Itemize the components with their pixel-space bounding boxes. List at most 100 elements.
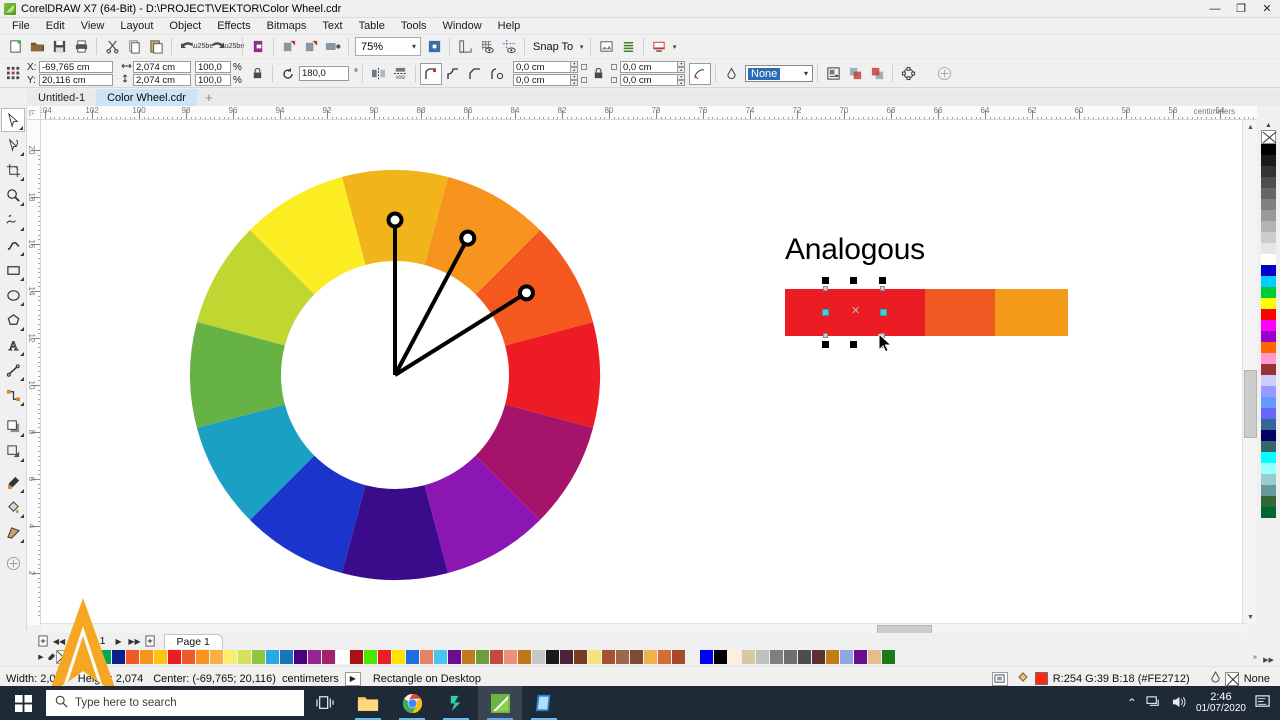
corner-radius-2-spinner[interactable]: ▾ ▴ bbox=[570, 74, 578, 86]
right-palette-color-swatch[interactable] bbox=[1261, 243, 1276, 254]
palette-scroll-up-icon[interactable]: ▲ bbox=[1257, 120, 1280, 130]
palette-expand-icon[interactable]: ▶▶ bbox=[1257, 655, 1280, 665]
right-palette-color-swatch[interactable] bbox=[1261, 155, 1276, 166]
paste-icon[interactable] bbox=[145, 36, 167, 58]
menu-help[interactable]: Help bbox=[490, 19, 529, 33]
ellipse-tool[interactable] bbox=[1, 283, 25, 307]
artwork-heading[interactable]: Analogous bbox=[785, 233, 925, 267]
quick-customize-button[interactable] bbox=[1, 551, 25, 575]
right-palette-color-swatch[interactable] bbox=[1261, 452, 1276, 463]
corner-radius-3-spinner[interactable]: ▾ ▴ bbox=[677, 61, 685, 73]
zoom-tool[interactable] bbox=[1, 183, 25, 207]
position-y-field[interactable]: 20,116 cm bbox=[39, 74, 113, 86]
scissors-icon[interactable] bbox=[101, 36, 123, 58]
right-palette-color-swatch[interactable] bbox=[1261, 188, 1276, 199]
taskbar-clock[interactable]: 2:46 01/07/2020 bbox=[1196, 691, 1246, 715]
palette-color-swatch[interactable] bbox=[630, 650, 644, 664]
palette-color-swatch[interactable] bbox=[854, 650, 868, 664]
corner-radius-1-spinner[interactable]: ▾ ▴ bbox=[570, 61, 578, 73]
fill-node-right[interactable] bbox=[880, 309, 887, 316]
fill-node-left[interactable] bbox=[822, 309, 829, 316]
google-chrome-icon[interactable] bbox=[390, 686, 434, 720]
color-wheel[interactable] bbox=[185, 165, 605, 585]
right-palette-color-swatch[interactable] bbox=[1261, 254, 1276, 265]
drawing-canvas[interactable]: Analogous ✕ bbox=[41, 120, 1257, 625]
rotation-angle-field[interactable]: 180,0 bbox=[299, 66, 349, 81]
layers-icon[interactable] bbox=[617, 36, 639, 58]
palette-color-swatch[interactable] bbox=[546, 650, 560, 664]
floppy-save-icon[interactable] bbox=[48, 36, 70, 58]
right-palette-color-swatch[interactable] bbox=[1261, 364, 1276, 375]
menu-table[interactable]: Table bbox=[351, 19, 393, 33]
palette-color-swatch[interactable] bbox=[84, 650, 98, 664]
fill-color-swatch[interactable] bbox=[1034, 672, 1048, 685]
palette-color-swatch[interactable] bbox=[784, 650, 798, 664]
freehand-curve-icon[interactable] bbox=[1, 208, 25, 232]
right-palette-color-swatch[interactable] bbox=[1261, 331, 1276, 342]
palette-color-swatch[interactable] bbox=[406, 650, 420, 664]
mirror-vertical-button[interactable] bbox=[389, 63, 411, 85]
palette-color-swatch[interactable] bbox=[588, 650, 602, 664]
right-palette-color-swatch[interactable] bbox=[1261, 276, 1276, 287]
palette-color-swatch[interactable] bbox=[490, 650, 504, 664]
right-palette-color-swatch[interactable] bbox=[1261, 408, 1276, 419]
scale-outline-button[interactable] bbox=[689, 62, 711, 85]
palette-color-swatch[interactable] bbox=[378, 650, 392, 664]
rectangle-tool[interactable] bbox=[1, 258, 25, 282]
palette-color-swatch[interactable] bbox=[448, 650, 462, 664]
palette-color-swatch[interactable] bbox=[616, 650, 630, 664]
menu-tools[interactable]: Tools bbox=[393, 19, 435, 33]
outline-width-combobox[interactable]: None ▾ bbox=[745, 65, 813, 82]
menu-file[interactable]: File bbox=[4, 19, 38, 33]
convert-to-curves-button[interactable] bbox=[897, 63, 919, 85]
document-tab-untitled-1[interactable]: Untitled-1 bbox=[27, 89, 97, 106]
grid-eye-icon[interactable] bbox=[476, 36, 498, 58]
first-page-icon[interactable]: ◀◀ bbox=[52, 634, 66, 648]
palette-color-swatch[interactable] bbox=[308, 650, 322, 664]
pick-tool[interactable] bbox=[1, 108, 25, 132]
right-palette-color-swatch[interactable] bbox=[1261, 441, 1276, 452]
units-dropdown-button[interactable]: ▶ bbox=[344, 671, 361, 686]
palette-color-swatch[interactable] bbox=[868, 650, 882, 664]
palette-color-swatch[interactable] bbox=[476, 650, 490, 664]
launcher-icon[interactable] bbox=[648, 36, 670, 58]
node-handle-bottom-left[interactable] bbox=[823, 333, 828, 338]
palette-color-swatch[interactable] bbox=[126, 650, 140, 664]
palette-color-swatch[interactable] bbox=[504, 650, 518, 664]
palette-color-swatch[interactable] bbox=[168, 650, 182, 664]
right-palette-color-swatch[interactable] bbox=[1261, 166, 1276, 177]
right-palette-color-swatch[interactable] bbox=[1261, 177, 1276, 188]
notifications-icon[interactable] bbox=[1255, 694, 1272, 712]
right-palette-color-swatch[interactable] bbox=[1261, 474, 1276, 485]
drop-shadow-icon[interactable] bbox=[1, 414, 25, 438]
palette-eyedropper-icon[interactable] bbox=[46, 650, 56, 664]
palette-color-swatch[interactable] bbox=[294, 650, 308, 664]
palette-color-swatch[interactable] bbox=[434, 650, 448, 664]
palette-color-swatch[interactable] bbox=[672, 650, 686, 664]
to-front-button[interactable] bbox=[844, 63, 866, 85]
outline-none-swatch[interactable] bbox=[1224, 671, 1239, 686]
corner-radius-4-spinner[interactable]: ▾ ▴ bbox=[677, 74, 685, 86]
right-palette-color-swatch[interactable] bbox=[1261, 221, 1276, 232]
dimension-line-icon[interactable] bbox=[1, 358, 25, 382]
text-wrap-button[interactable] bbox=[822, 63, 844, 85]
palette-color-swatch[interactable] bbox=[252, 650, 266, 664]
rotation-icon[interactable] bbox=[277, 63, 299, 85]
scale-height-field[interactable]: 100,0 bbox=[195, 74, 231, 86]
ruler-origin-button[interactable] bbox=[27, 106, 41, 120]
add-page-icon[interactable] bbox=[36, 634, 50, 648]
palette-color-swatch[interactable] bbox=[196, 650, 210, 664]
image-icon[interactable] bbox=[595, 36, 617, 58]
vertical-scrollbar[interactable]: ▲ ▼ bbox=[1242, 120, 1258, 625]
vertical-ruler[interactable]: 20 18 16 14 12 10 8 6 4 2 bbox=[27, 120, 41, 625]
position-x-field[interactable]: -69,765 cm bbox=[39, 61, 113, 73]
palette-color-swatch[interactable] bbox=[518, 650, 532, 664]
add-document-tab-button[interactable]: + bbox=[196, 89, 221, 106]
palette-color-swatch[interactable] bbox=[686, 650, 700, 664]
eyedropper-icon[interactable] bbox=[1, 470, 25, 494]
selection-handle-bottom-left[interactable] bbox=[822, 341, 829, 348]
paint-bucket-icon[interactable] bbox=[1, 495, 25, 519]
corner-radius-4-field[interactable]: 0,0 cm bbox=[620, 74, 678, 86]
to-back-button[interactable] bbox=[866, 63, 888, 85]
palette-color-swatch[interactable] bbox=[574, 650, 588, 664]
